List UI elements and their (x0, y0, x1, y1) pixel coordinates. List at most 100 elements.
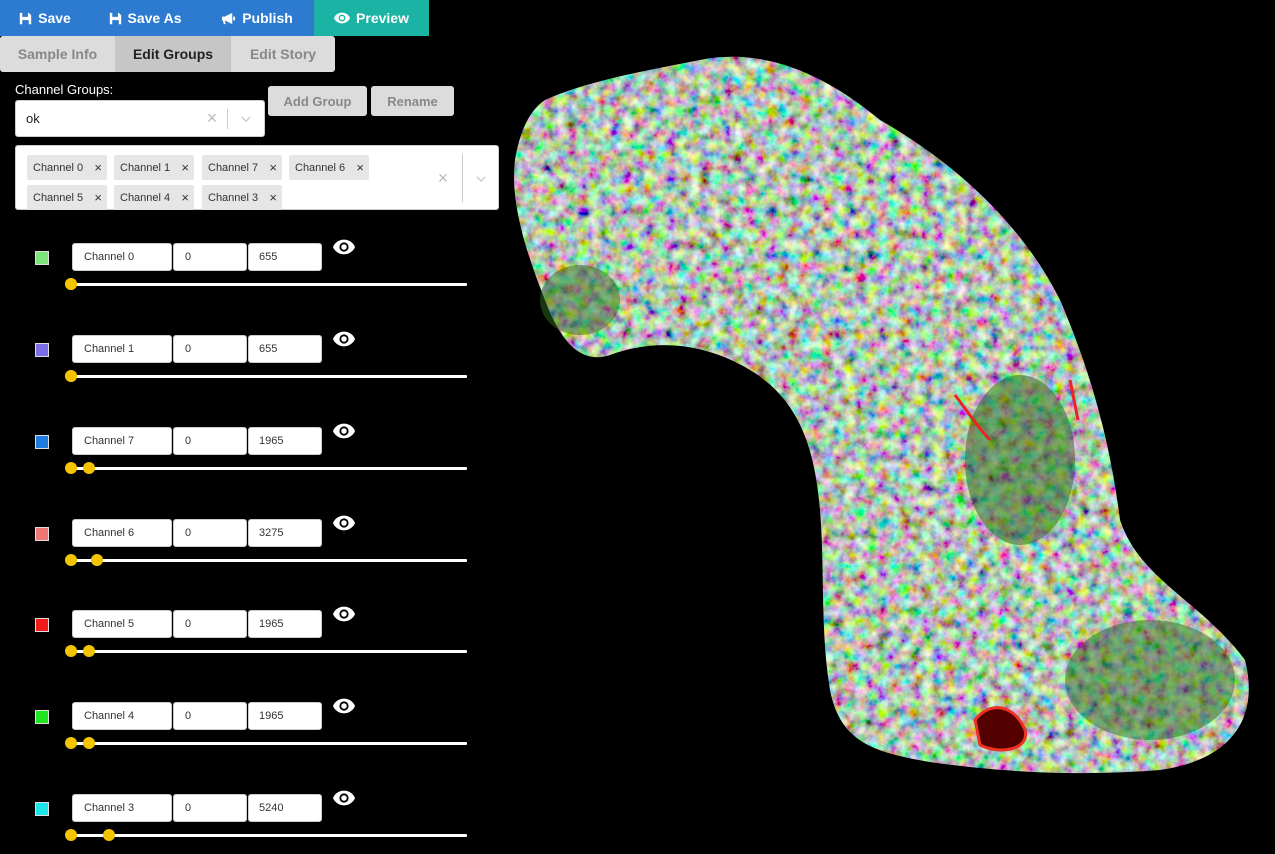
channel-row: Channel 5 0 1965 (0, 606, 500, 670)
color-swatch[interactable] (35, 435, 49, 449)
slider-high-handle[interactable] (65, 370, 77, 382)
floppy-disk-icon (19, 12, 32, 24)
channel-name-input[interactable]: Channel 1 (72, 335, 172, 363)
max-value-input[interactable]: 1965 (248, 427, 322, 455)
max-value-input[interactable]: 655 (248, 243, 322, 271)
min-value-input[interactable]: 0 (173, 794, 247, 822)
channel-name-input[interactable]: Channel 4 (72, 702, 172, 730)
remove-chip-icon[interactable]: × (176, 190, 194, 205)
remove-chip-icon[interactable]: × (89, 190, 107, 205)
remove-chip-icon[interactable]: × (351, 160, 369, 175)
chevron-down-icon[interactable] (463, 146, 499, 211)
channel-name-input[interactable]: Channel 5 (72, 610, 172, 638)
max-value-input[interactable]: 1965 (248, 702, 322, 730)
channel-name-input[interactable]: Channel 0 (72, 243, 172, 271)
eye-icon (334, 12, 351, 24)
slider-low-handle[interactable] (65, 737, 77, 749)
publish-button[interactable]: Publish (200, 0, 314, 36)
tab-bar: Sample Info Edit Groups Edit Story (0, 36, 335, 72)
channel-chip: Channel 7 × (202, 155, 283, 180)
tab-edit-groups[interactable]: Edit Groups (116, 36, 231, 72)
slider-high-handle[interactable] (103, 829, 116, 841)
channel-chip: Channel 1 × (114, 155, 195, 180)
min-value-input[interactable]: 0 (173, 519, 247, 547)
range-slider-track[interactable] (66, 467, 467, 470)
chip-label: Channel 4 (120, 191, 171, 204)
tab-sample-info[interactable]: Sample Info (0, 36, 116, 72)
clear-icon[interactable]: × (428, 146, 458, 211)
save-label: Save (38, 10, 71, 26)
save-as-label: Save As (127, 10, 182, 26)
channel-name-input[interactable]: Channel 3 (72, 794, 172, 822)
channel-groups-label: Channel Groups: (15, 82, 114, 97)
color-swatch[interactable] (35, 251, 49, 265)
save-as-button[interactable]: Save As (90, 0, 200, 36)
color-swatch[interactable] (35, 618, 49, 632)
slider-low-handle[interactable] (65, 829, 77, 841)
range-slider-track[interactable] (66, 834, 467, 837)
color-swatch[interactable] (35, 343, 49, 357)
max-value-input[interactable]: 3275 (248, 519, 322, 547)
rename-button[interactable]: Rename (371, 86, 454, 116)
channel-row: Channel 0 0 655 (0, 239, 500, 303)
channel-row: Channel 1 0 655 (0, 331, 500, 395)
color-swatch[interactable] (35, 527, 49, 541)
green-region (965, 375, 1075, 545)
slider-high-handle[interactable] (83, 737, 96, 749)
min-value-input[interactable]: 0 (173, 243, 247, 271)
max-value-input[interactable]: 655 (248, 335, 322, 363)
min-value-input[interactable]: 0 (173, 702, 247, 730)
min-value-input[interactable]: 0 (173, 610, 247, 638)
channel-chip: Channel 6 × (289, 155, 370, 180)
range-slider-track[interactable] (66, 559, 467, 562)
channel-name-input[interactable]: Channel 7 (72, 427, 172, 455)
color-swatch[interactable] (35, 710, 49, 724)
max-value-input[interactable]: 5240 (248, 794, 322, 822)
channel-name-input[interactable]: Channel 6 (72, 519, 172, 547)
eye-icon[interactable] (333, 604, 355, 624)
range-slider-track[interactable] (66, 650, 467, 653)
min-value-input[interactable]: 0 (173, 335, 247, 363)
preview-label: Preview (356, 10, 409, 26)
range-slider-track[interactable] (66, 283, 467, 286)
tissue-image-viewer[interactable] (500, 40, 1275, 780)
color-swatch[interactable] (35, 802, 49, 816)
min-value-input[interactable]: 0 (173, 427, 247, 455)
channel-chip: Channel 3 × (202, 185, 283, 210)
bullhorn-icon (222, 12, 236, 24)
eye-icon[interactable] (333, 329, 355, 349)
save-button[interactable]: Save (0, 0, 90, 36)
max-value-input[interactable]: 1965 (248, 610, 322, 638)
slider-low-handle[interactable] (65, 645, 77, 657)
slider-high-handle[interactable] (83, 462, 96, 474)
channel-row: Channel 6 0 3275 (0, 515, 500, 579)
channel-chip: Channel 4 × (114, 185, 195, 210)
chip-label: Channel 6 (295, 161, 346, 174)
eye-icon[interactable] (333, 237, 355, 257)
chip-label: Channel 3 (208, 191, 259, 204)
preview-button[interactable]: Preview (314, 0, 429, 36)
slider-high-handle[interactable] (83, 645, 96, 657)
range-slider-track[interactable] (66, 742, 467, 745)
eye-icon[interactable] (333, 696, 355, 716)
slider-low-handle[interactable] (65, 554, 77, 566)
tab-edit-story[interactable]: Edit Story (231, 36, 335, 72)
range-slider-track[interactable] (66, 375, 467, 378)
slider-high-handle[interactable] (65, 278, 77, 290)
channel-group-select[interactable]: ok × (15, 100, 265, 137)
eye-icon[interactable] (333, 788, 355, 808)
green-region (540, 265, 620, 335)
channel-multi-select[interactable]: Channel 0 × Channel 1 × Channel 7 × Chan… (15, 145, 499, 210)
eye-icon[interactable] (333, 421, 355, 441)
remove-chip-icon[interactable]: × (176, 160, 194, 175)
chip-label: Channel 0 (33, 161, 84, 174)
remove-chip-icon[interactable]: × (89, 160, 107, 175)
slider-high-handle[interactable] (91, 554, 104, 566)
add-group-button[interactable]: Add Group (268, 86, 367, 116)
remove-chip-icon[interactable]: × (264, 190, 282, 205)
slider-low-handle[interactable] (65, 462, 77, 474)
chevron-down-icon[interactable] (228, 101, 264, 136)
clear-icon[interactable]: × (197, 101, 227, 136)
eye-icon[interactable] (333, 513, 355, 533)
remove-chip-icon[interactable]: × (264, 160, 282, 175)
